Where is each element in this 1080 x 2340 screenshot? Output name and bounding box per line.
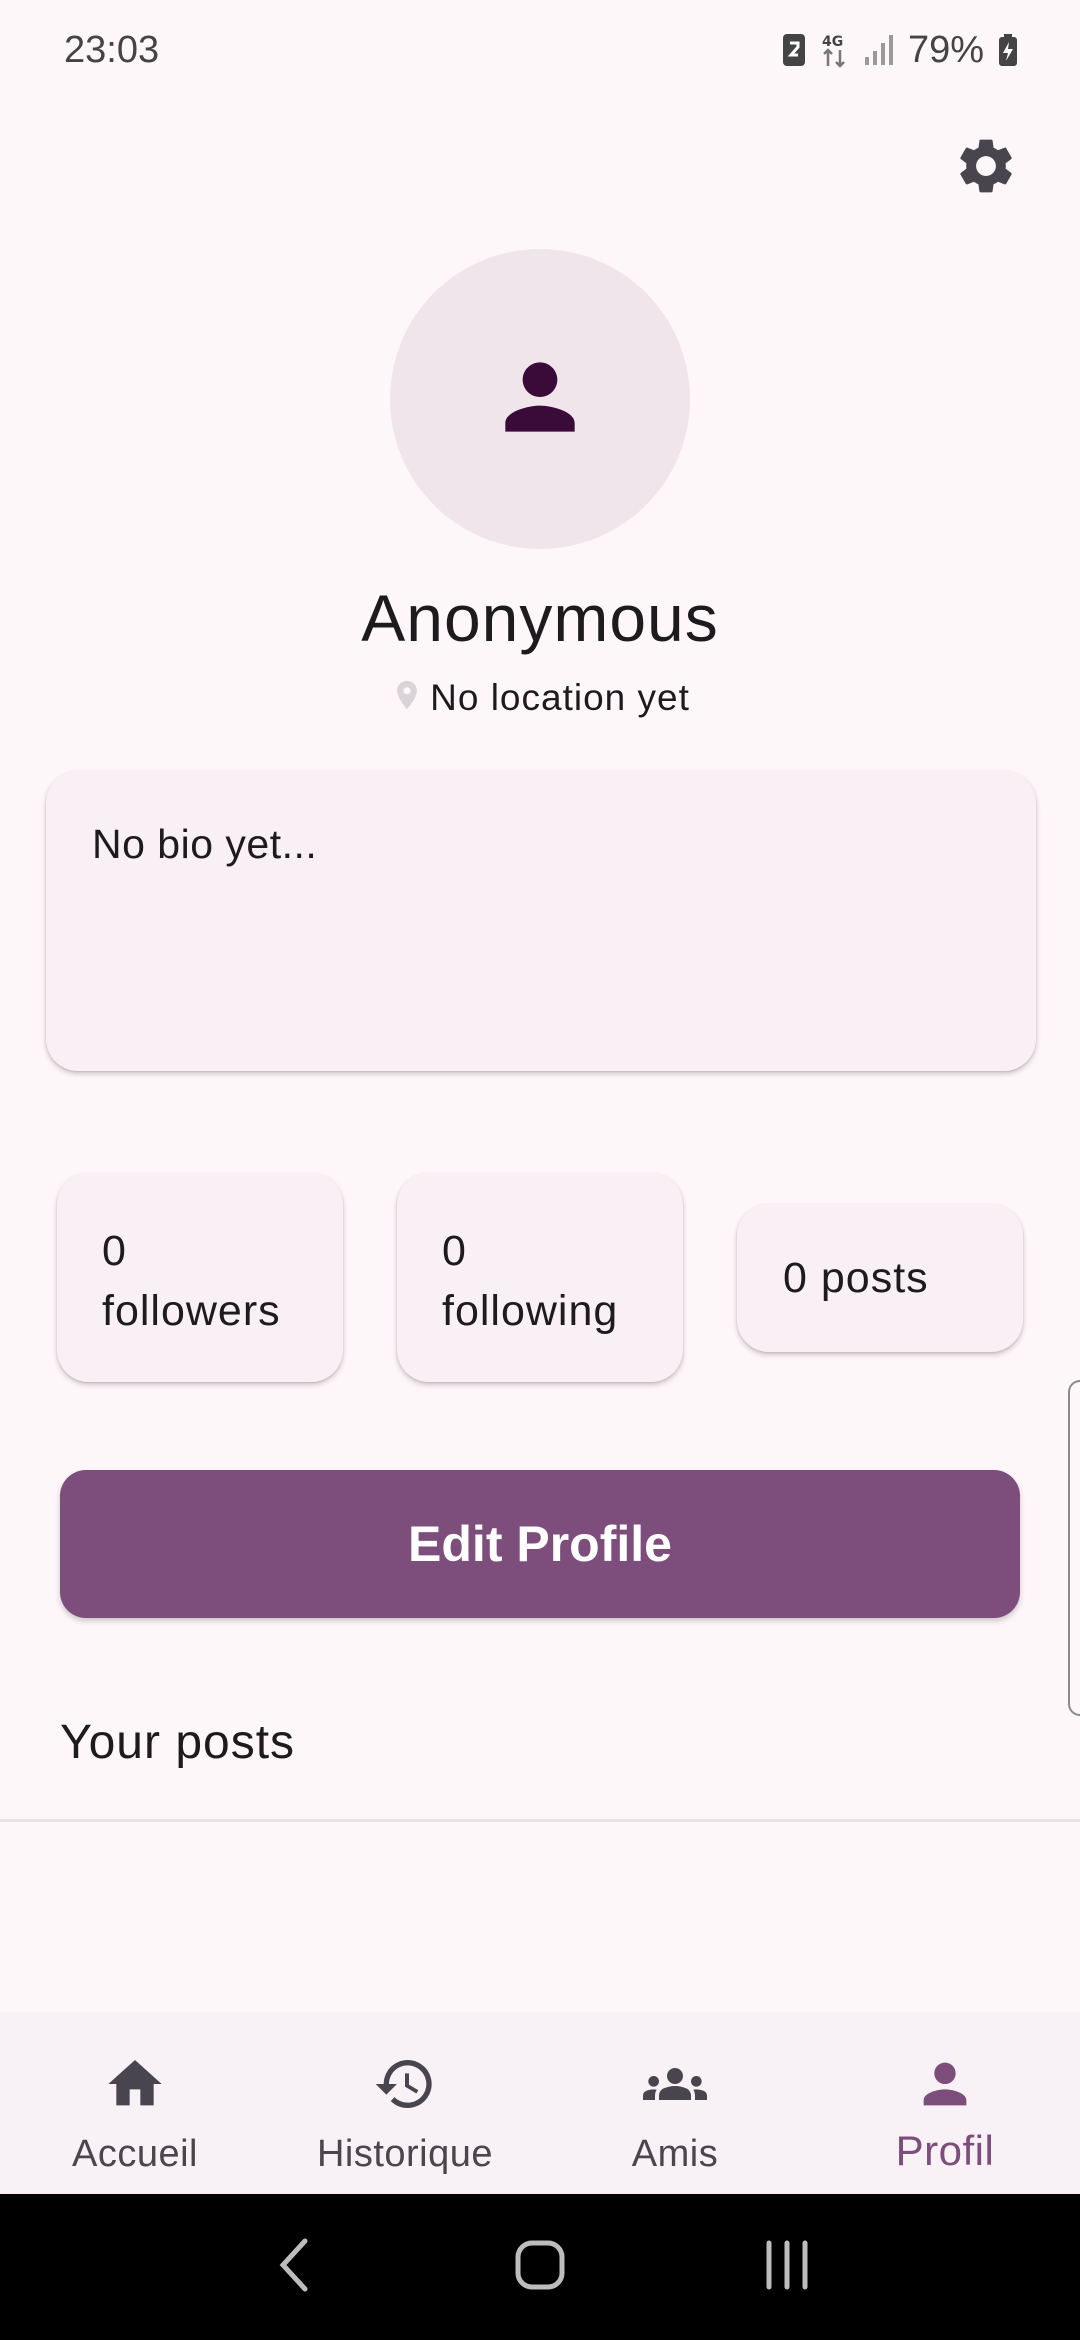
nav-item-accueil[interactable]: Accueil <box>0 2012 270 2194</box>
your-posts-title: Your posts <box>60 1716 296 1769</box>
history-icon <box>373 2052 437 2121</box>
bottom-navigation: Accueil Historique Amis Profil <box>0 2012 1080 2194</box>
signal-icon <box>864 33 894 67</box>
following-stat[interactable]: 0 following <box>397 1173 683 1382</box>
person-icon <box>913 2052 977 2121</box>
bio-card: No bio yet... <box>46 771 1036 1071</box>
nav-item-profil[interactable]: Profil <box>810 2012 1080 2194</box>
nav-label-profil: Profil <box>895 2127 995 2174</box>
followers-label: followers <box>102 1287 281 1335</box>
nav-label-amis: Amis <box>631 2133 719 2175</box>
avatar[interactable] <box>390 249 690 549</box>
location-pin-icon <box>390 675 424 720</box>
following-label: following <box>442 1287 619 1335</box>
following-count: 0 <box>442 1227 467 1275</box>
home-button[interactable] <box>495 2222 585 2312</box>
back-chevron-icon <box>273 2235 313 2300</box>
bio-text: No bio yet... <box>92 821 318 867</box>
home-square-icon <box>514 2239 566 2296</box>
status-bar: 23:03 4G 79% <box>0 0 1080 100</box>
nav-item-amis[interactable]: Amis <box>540 2012 810 2194</box>
status-icons: 4G 79% <box>782 29 1018 72</box>
home-icon <box>103 2052 167 2121</box>
posts-count-label: 0 posts <box>783 1254 929 1302</box>
person-icon <box>488 345 592 454</box>
svg-text:4G: 4G <box>822 34 843 50</box>
group-icon <box>639 2052 711 2121</box>
edit-profile-button[interactable]: Edit Profile <box>60 1470 1020 1618</box>
battery-percent: 79% <box>907 28 984 71</box>
location-text: No location yet <box>430 676 690 718</box>
followers-count: 0 <box>102 1227 127 1275</box>
scroll-handle[interactable] <box>1068 1380 1080 1716</box>
nav-label-historique: Historique <box>316 2133 494 2175</box>
battery-charging-icon <box>998 33 1018 67</box>
sim-icon <box>782 33 806 67</box>
gear-icon <box>953 133 1019 204</box>
recents-icon <box>761 2239 813 2296</box>
system-navigation-bar <box>0 2194 1080 2340</box>
status-time: 23:03 <box>64 28 160 71</box>
divider <box>0 1819 1080 1822</box>
location-row: No location yet <box>0 675 1080 720</box>
nav-item-historique[interactable]: Historique <box>270 2012 540 2194</box>
followers-stat[interactable]: 0 followers <box>57 1173 343 1382</box>
profile-name: Anonymous <box>361 581 719 655</box>
posts-stat[interactable]: 0 posts <box>737 1204 1023 1352</box>
network-4g-icon: 4G <box>820 32 850 68</box>
nav-label-accueil: Accueil <box>72 2133 198 2175</box>
settings-button[interactable] <box>948 130 1024 206</box>
back-button[interactable] <box>248 2222 338 2312</box>
recents-button[interactable] <box>742 2222 832 2312</box>
